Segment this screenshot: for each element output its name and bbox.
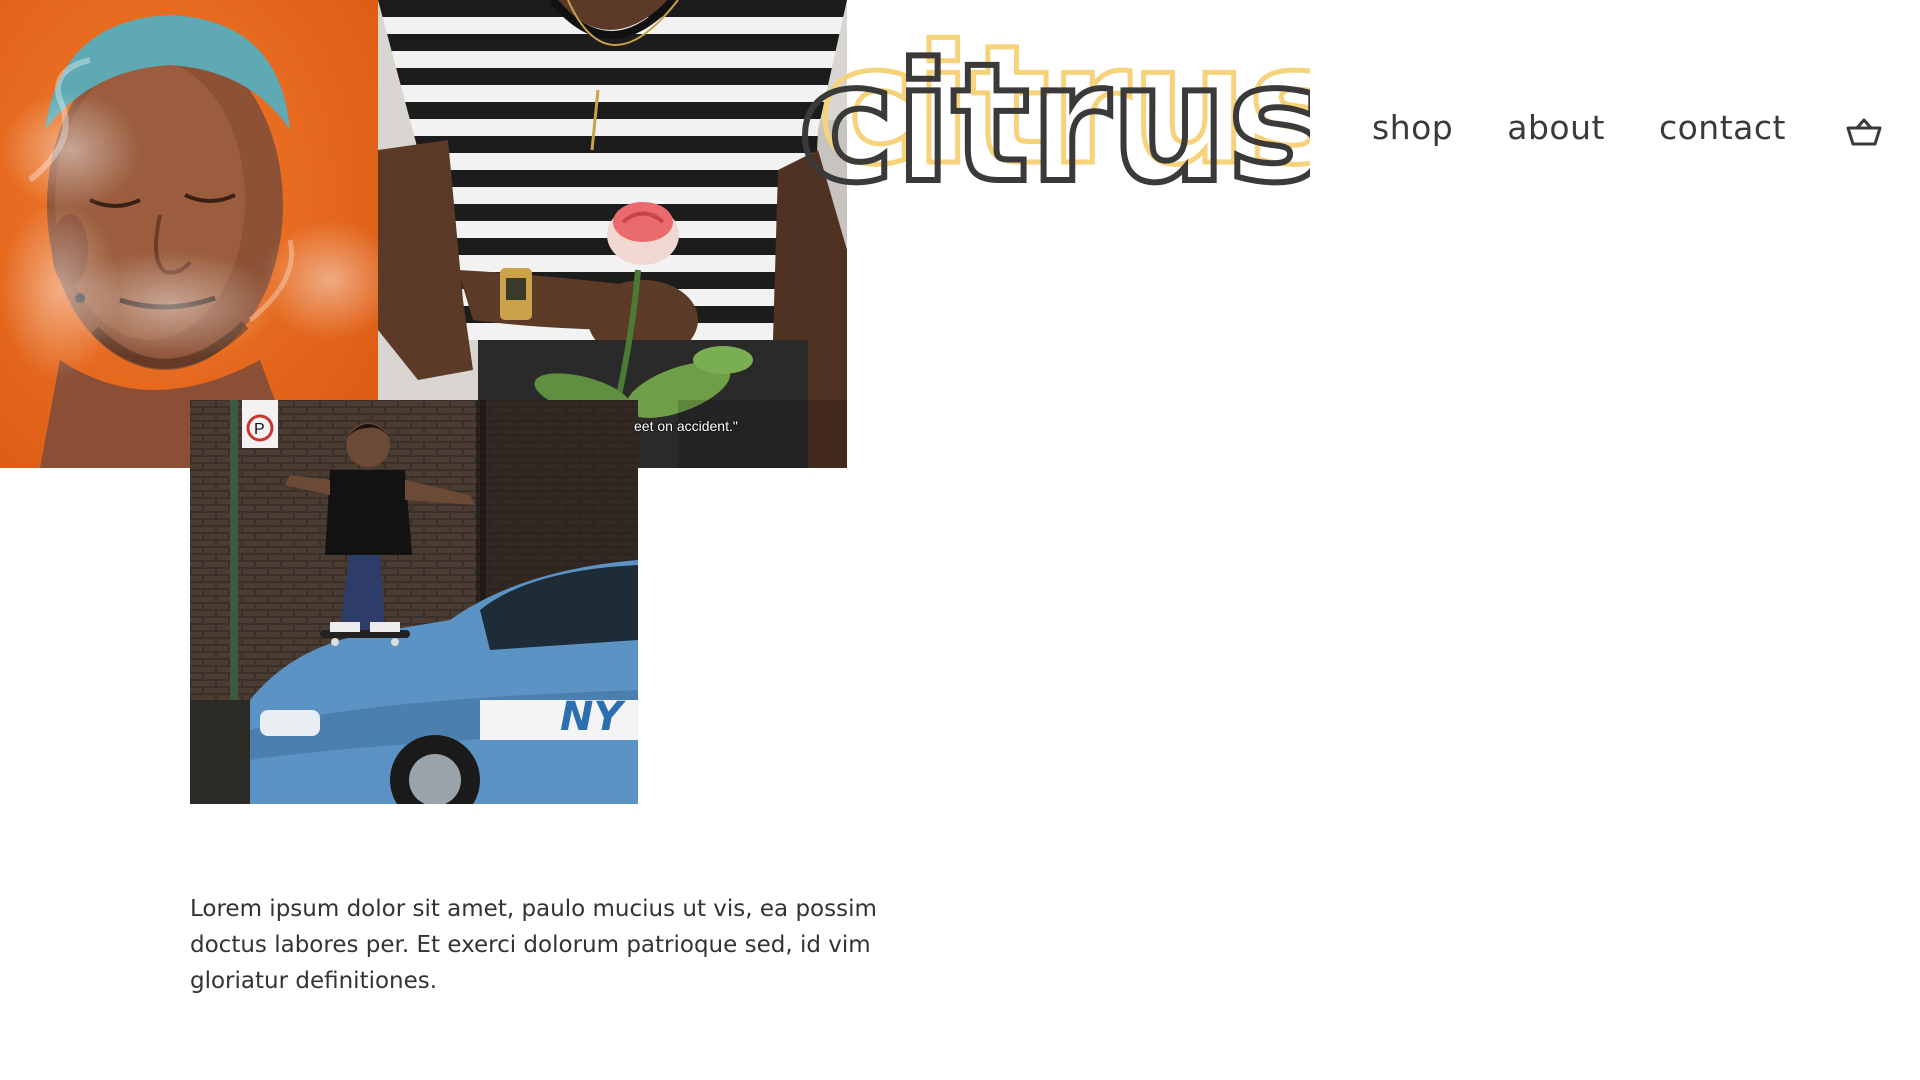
basket-icon[interactable] — [1846, 117, 1882, 147]
nav-about-link[interactable]: about — [1507, 108, 1605, 147]
brand-logo[interactable]: citrus citrus — [790, 12, 1310, 202]
nav-contact-link[interactable]: contact — [1659, 108, 1786, 147]
photo-caption: eet on accident." — [634, 418, 738, 434]
photo-striped-shirt-rose — [378, 0, 847, 468]
svg-text:P: P — [254, 421, 265, 438]
intro-paragraph: Lorem ipsum dolor sit amet, paulo mucius… — [190, 896, 877, 994]
main-nav: shop about contact — [1372, 108, 1786, 147]
photo-smoke-portrait — [0, 0, 378, 468]
nav-shop-link[interactable]: shop — [1372, 108, 1453, 147]
logo-outline-text: citrus — [798, 28, 1310, 202]
photo-skateboarder-magazine: P NY — [190, 400, 638, 804]
svg-text:NY: NY — [560, 694, 626, 740]
